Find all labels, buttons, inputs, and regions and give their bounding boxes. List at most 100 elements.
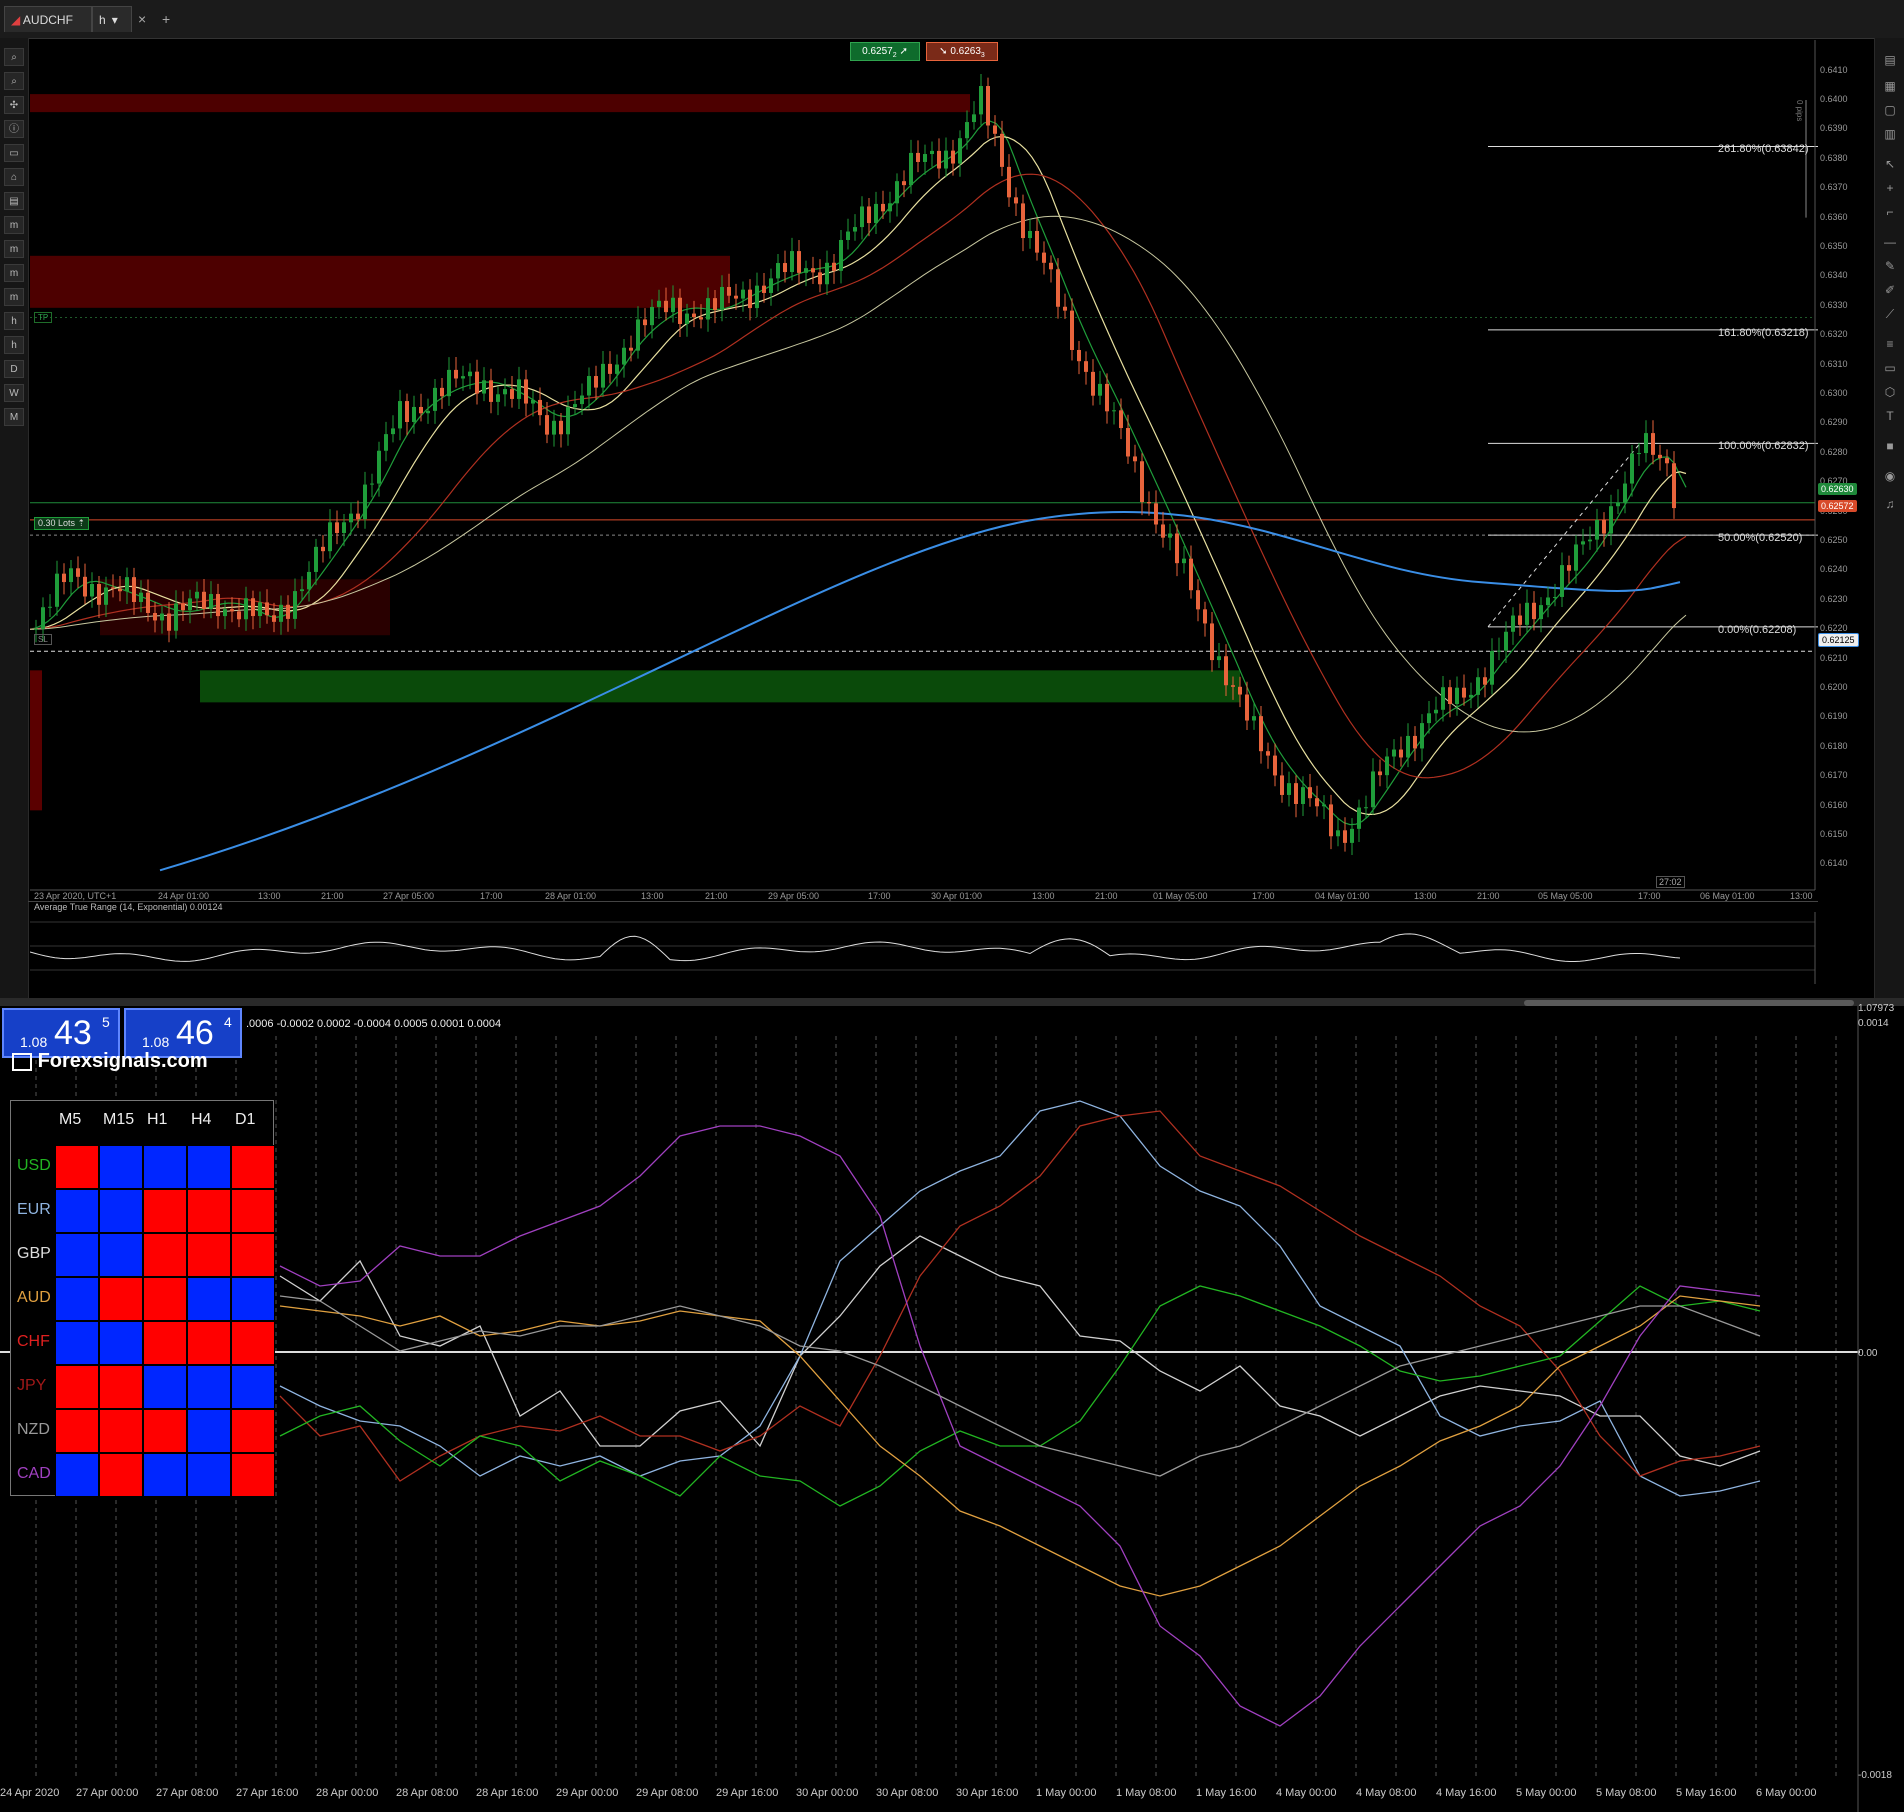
heatmap-cell: [231, 1233, 275, 1277]
window-icon[interactable]: ▭: [4, 144, 24, 162]
search-icon[interactable]: ⌕: [4, 48, 24, 66]
heatmap-row-label: JPY: [17, 1377, 47, 1394]
heatmap-cell: [187, 1453, 231, 1497]
timeframe-dropdown[interactable]: h ▾: [92, 6, 132, 32]
bell-icon[interactable]: ♫: [1880, 496, 1900, 512]
candle: [69, 560, 73, 596]
camera-icon[interactable]: ◉: [1880, 468, 1900, 484]
bank-icon[interactable]: ⌂: [4, 168, 24, 186]
candle: [1462, 674, 1466, 706]
candle: [48, 594, 52, 618]
text-icon[interactable]: T: [1880, 408, 1900, 424]
strength-x-label: 27 Apr 00:00: [76, 1787, 139, 1799]
template-icon[interactable]: ▤: [4, 192, 24, 210]
heatmap-cell: [143, 1321, 187, 1365]
close-icon[interactable]: ×: [138, 6, 146, 32]
cursor-icon[interactable]: ↖: [1880, 156, 1900, 172]
timeframe-h1[interactable]: h: [4, 312, 24, 330]
heatmap-column-header: M15: [103, 1111, 135, 1128]
fib-icon[interactable]: ≡: [1880, 336, 1900, 352]
ray-icon[interactable]: ⟋: [1880, 306, 1900, 322]
timeframe-h4[interactable]: h: [4, 336, 24, 354]
logo: Forexsignals.com: [12, 1050, 208, 1072]
y-axis-label: 0.6150: [1820, 829, 1848, 839]
window-icon[interactable]: ▢: [1880, 102, 1900, 118]
price-chart[interactable]: [30, 40, 1818, 902]
y-axis-label: 0.6180: [1820, 740, 1848, 751]
candle: [90, 572, 94, 608]
candle: [1322, 795, 1326, 820]
layout-icon[interactable]: ▥: [1880, 126, 1900, 142]
candle: [1210, 612, 1214, 672]
grid-icon[interactable]: ▦: [1880, 78, 1900, 94]
pencil-icon[interactable]: ✎: [1880, 258, 1900, 274]
timeframe-D[interactable]: D: [4, 360, 24, 378]
candle: [797, 239, 801, 285]
candle: [741, 281, 745, 312]
sell-button[interactable]: 0.62572 ➚: [850, 42, 920, 61]
pips-label: 0 pips: [1795, 100, 1804, 122]
candle: [426, 398, 430, 424]
timeframe-m15[interactable]: m: [4, 264, 24, 282]
shapes-icon[interactable]: ⬡: [1880, 384, 1900, 400]
candle: [1350, 818, 1354, 856]
candle: [1476, 668, 1480, 708]
buy-button[interactable]: ➘ 0.62633: [926, 42, 998, 61]
strength-x-label: 4 May 00:00: [1276, 1787, 1337, 1799]
tp-badge[interactable]: TP: [34, 312, 53, 323]
strength-x-label: 29 Apr 00:00: [556, 1787, 619, 1799]
candle: [832, 253, 836, 284]
atr-title: Average True Range (14, Exponential) 0.0…: [34, 902, 223, 912]
arrow-up-icon: ➚: [899, 46, 908, 57]
timeframe-m1[interactable]: m: [4, 216, 24, 234]
arrow-down-icon: ➘: [939, 46, 948, 57]
heatmap-cell: [187, 1321, 231, 1365]
y-axis-label: 0.6210: [1820, 652, 1848, 663]
candle: [748, 279, 752, 321]
horizontal-line-icon[interactable]: —: [1880, 234, 1900, 250]
timeframe-M[interactable]: M: [4, 408, 24, 426]
bid-sup: 5: [102, 1014, 110, 1030]
note-icon[interactable]: ■: [1880, 438, 1900, 454]
candle: [1567, 555, 1571, 584]
timeframe-m5[interactable]: m: [4, 240, 24, 258]
timeframe-W[interactable]: W: [4, 384, 24, 402]
brush-icon[interactable]: ✐: [1880, 282, 1900, 298]
settings-icon[interactable]: ▤: [1880, 52, 1900, 68]
candle: [510, 376, 514, 408]
tab-audchf[interactable]: ◢ AUDCHF ▾: [4, 6, 92, 53]
candle: [1364, 795, 1368, 819]
candle: [762, 272, 766, 303]
candle: [1287, 771, 1291, 807]
rectangle-icon[interactable]: ▭: [1880, 360, 1900, 376]
heatmap-row-label: CAD: [17, 1465, 51, 1482]
add-tab-button[interactable]: +: [162, 6, 170, 32]
candle: [1329, 794, 1333, 850]
crosshair-icon[interactable]: +: [1880, 180, 1900, 196]
candle: [818, 259, 822, 293]
timeframe-m30[interactable]: m: [4, 288, 24, 306]
strength-x-label: 4 May 16:00: [1436, 1787, 1497, 1799]
buy-price-sup: 3: [980, 52, 985, 59]
heatmap-cell: [99, 1409, 143, 1453]
candle: [1644, 420, 1648, 463]
candle: [76, 556, 80, 588]
y-axis-label: 0.6330: [1820, 299, 1848, 310]
sl-badge[interactable]: SL: [34, 634, 52, 645]
candle: [1084, 351, 1088, 385]
info-icon[interactable]: ⓘ: [4, 120, 24, 138]
heatmap-row-label: USD: [17, 1157, 51, 1174]
y-axis-label: 0.6230: [1820, 593, 1848, 604]
trend-icon[interactable]: ⌐: [1880, 204, 1900, 220]
candle: [790, 237, 794, 281]
heatmap-cell: [99, 1233, 143, 1277]
candle: [1497, 637, 1501, 661]
lots-badge[interactable]: 0.30 Lots ⇡: [34, 517, 90, 530]
heatmap-cell: [187, 1189, 231, 1233]
strength-x-label: 5 May 00:00: [1516, 1787, 1577, 1799]
crosshair-icon[interactable]: ✣: [4, 96, 24, 114]
candle: [1455, 676, 1459, 716]
strength-x-label: 30 Apr 08:00: [876, 1787, 939, 1799]
zoom-icon[interactable]: ⌕: [4, 72, 24, 90]
ask-big: 46: [176, 1014, 214, 1052]
